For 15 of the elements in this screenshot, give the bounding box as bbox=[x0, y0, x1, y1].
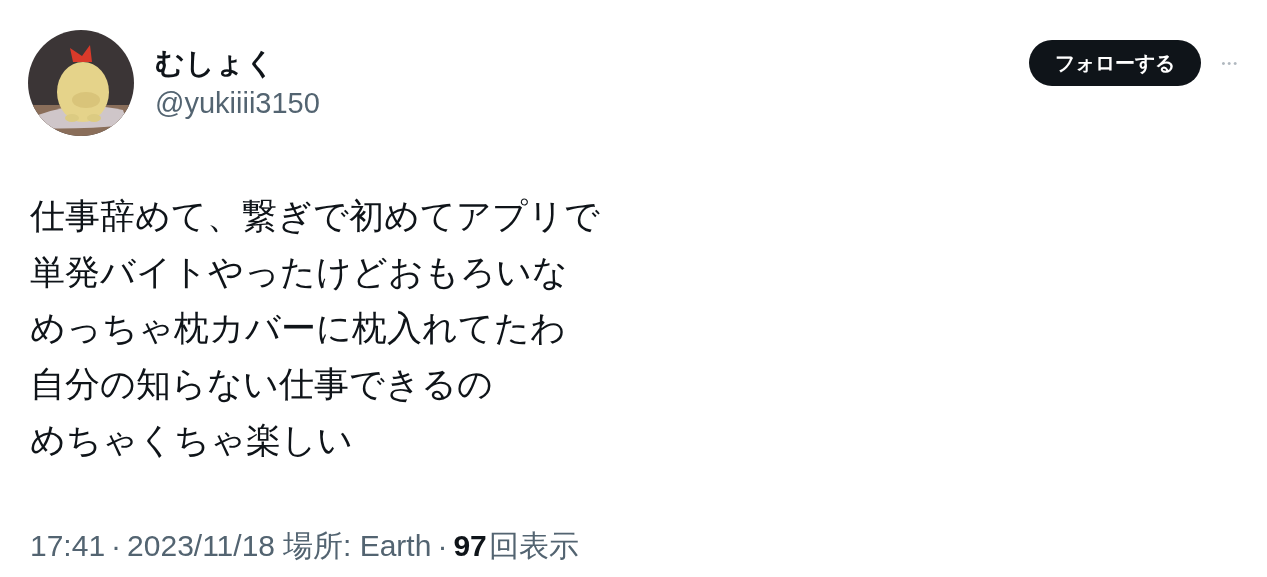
tweet-time[interactable]: 17:41 bbox=[30, 523, 106, 568]
tweet-date[interactable]: 2023/11/18 bbox=[127, 523, 275, 568]
tweet-text-line: 単発バイトやったけどおもろいな bbox=[30, 251, 568, 293]
tweet-location: 場所: Earth bbox=[283, 528, 432, 564]
separator: · bbox=[437, 528, 448, 564]
user-handle[interactable]: @yukiiii3150 bbox=[155, 83, 320, 123]
display-name[interactable]: むしょく bbox=[155, 44, 320, 82]
tweet-text-line: めちゃくちゃ楽しい bbox=[30, 419, 353, 461]
follow-button[interactable]: フォローする bbox=[1029, 40, 1202, 86]
tweet-text-line: めっちゃ枕カバーに枕入れてたわ bbox=[30, 307, 566, 349]
tweet-text-line: 自分の知らない仕事できるの bbox=[30, 363, 493, 405]
separator: · bbox=[111, 528, 122, 564]
views-label: 回表示 bbox=[488, 528, 579, 564]
tweet-text-line: 仕事辞めて、繋ぎで初めてアプリで bbox=[30, 195, 600, 237]
view-count: 97 bbox=[453, 528, 487, 564]
